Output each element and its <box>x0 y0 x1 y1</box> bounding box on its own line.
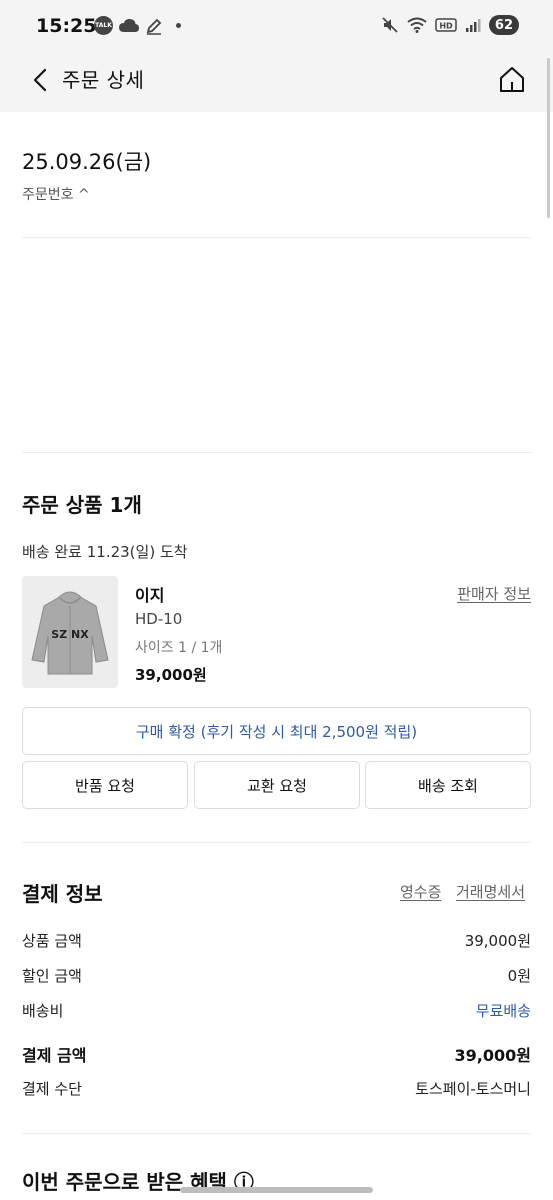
delivery-status: 배송 완료 11.23(일) 도착 <box>22 543 188 561</box>
home-button[interactable] <box>495 62 529 96</box>
back-button[interactable] <box>24 64 56 96</box>
payment-method-value: 토스페이-토스머니 <box>415 1080 531 1098</box>
product-price: 39,000원 <box>135 666 207 684</box>
pencil-icon <box>146 18 162 35</box>
hd-label: HD <box>439 22 453 31</box>
divider <box>22 452 531 453</box>
divider <box>22 842 531 843</box>
return-request-button[interactable]: 반품 요청 <box>22 761 188 809</box>
wifi-icon <box>407 17 427 33</box>
notification-icons: TALK <box>94 16 181 35</box>
hoodie-print-text: SZ NX <box>51 628 89 641</box>
status-time: 15:25 <box>36 15 97 37</box>
talk-icon: TALK <box>94 16 113 35</box>
product-model: HD-10 <box>135 610 183 628</box>
battery-level: 62 <box>494 17 513 33</box>
product-amount-value: 39,000원 <box>464 932 531 950</box>
product-image[interactable]: SZ NX <box>22 576 118 688</box>
items-section-title: 주문 상품 1개 <box>22 493 142 517</box>
payment-method-label: 결제 수단 <box>22 1080 82 1098</box>
product-name[interactable]: 이지 <box>135 582 164 606</box>
app-header: 주문 상세 <box>0 52 553 112</box>
receipt-link[interactable]: 영수증 <box>400 881 441 902</box>
battery-indicator: 62 <box>488 15 519 35</box>
more-notifications-dot <box>176 23 181 28</box>
hoodie-image: SZ NX <box>22 576 118 688</box>
status-indicators: HD 62 <box>381 15 519 35</box>
divider <box>22 1133 531 1134</box>
hd-icon: HD <box>435 18 457 32</box>
product-option: 사이즈 1 / 1개 <box>135 640 223 656</box>
chevron-left-icon <box>33 68 47 92</box>
seller-info-link[interactable]: 판매자 정보 <box>457 583 531 604</box>
statement-link[interactable]: 거래명세서 <box>456 881 525 902</box>
home-indicator[interactable] <box>180 1187 373 1193</box>
discount-amount-value: 0원 <box>507 967 531 985</box>
home-icon <box>500 67 524 92</box>
shipping-fee-label: 배송비 <box>22 1002 64 1020</box>
total-amount-label: 결제 금액 <box>22 1046 87 1065</box>
discount-amount-label: 할인 금액 <box>22 967 82 985</box>
page-title: 주문 상세 <box>62 68 145 92</box>
signal-icon <box>465 19 481 32</box>
mute-icon <box>382 17 398 33</box>
track-delivery-button[interactable]: 배송 조회 <box>365 761 531 809</box>
confirm-purchase-button[interactable]: 구매 확정 (후기 작성 시 최대 2,500원 적립) <box>22 707 531 755</box>
cloud-icon <box>119 18 139 32</box>
order-date: 25.09.26(금) <box>22 150 152 174</box>
status-bar: 15:25 TALK HD 62 <box>0 0 553 52</box>
total-amount-value: 39,000원 <box>454 1046 531 1065</box>
scrollbar[interactable] <box>547 58 550 218</box>
product-amount-label: 상품 금액 <box>22 932 82 950</box>
exchange-request-button[interactable]: 교환 요청 <box>194 761 360 809</box>
order-number-toggle[interactable]: 주문번호 ^ <box>22 184 90 204</box>
shipping-fee-value: 무료배송 <box>475 1002 531 1020</box>
payment-section-title: 결제 정보 <box>22 882 103 906</box>
divider <box>22 237 531 238</box>
